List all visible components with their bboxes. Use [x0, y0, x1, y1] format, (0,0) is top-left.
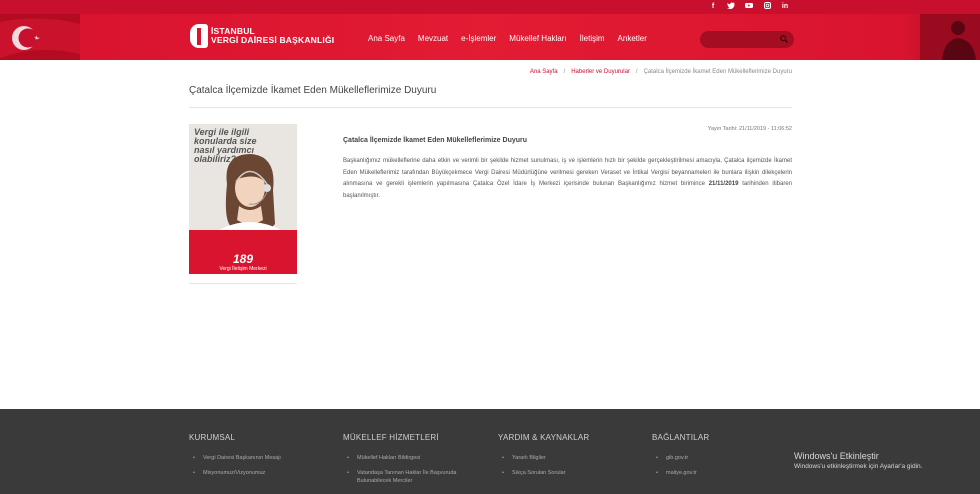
footer-column-yardim: YARDIM & KAYNAKLAR Yararlı Bilgiler Sıkç…: [498, 433, 628, 477]
footer-heading: BAĞLANTILAR: [652, 433, 710, 442]
linkedin-icon[interactable]: in: [780, 2, 790, 13]
footer-link[interactable]: maliye.gov.tr: [652, 469, 782, 477]
footer-heading: KURUMSAL: [189, 433, 236, 442]
sidebar-divider: [189, 283, 297, 284]
nav-ana-sayfa[interactable]: Ana Sayfa: [368, 34, 405, 43]
breadcrumb-current: Çatalca İlçemizde İkamet Eden Mükellefle…: [643, 69, 792, 75]
twitter-icon[interactable]: [726, 2, 736, 13]
nav-iletisim[interactable]: İletişim: [580, 34, 605, 43]
breadcrumb-home[interactable]: Ana Sayfa: [530, 69, 558, 75]
windows-activation-title: Windows'u Etkinleştir: [794, 451, 879, 461]
call-center-banner[interactable]: Vergi ile ilgili konularda size nasıl ya…: [189, 124, 297, 274]
publish-date: Yayın Tarihi: 21/11/2019 - 11:06:52: [707, 126, 792, 132]
breadcrumb-news[interactable]: Haberler ve Duyurular: [571, 69, 630, 75]
search-icon[interactable]: [780, 35, 788, 43]
title-divider: [189, 107, 792, 108]
search-input[interactable]: [700, 31, 794, 48]
windows-activation-overlay: Windows'u Etkinleştir Windows'u etkinleş…: [794, 451, 922, 470]
footer-link[interactable]: Yararlı Bilgiler: [498, 454, 628, 462]
logo-line-2: VERGİ DAİRESİ BAŞKANLIĞI: [211, 35, 335, 45]
facebook-icon[interactable]: f: [708, 2, 718, 13]
banner-question: Vergi ile ilgili konularda size nasıl ya…: [194, 127, 257, 164]
footer-heading: YARDIM & KAYNAKLAR: [498, 433, 590, 442]
instagram-icon[interactable]: [762, 2, 772, 13]
footer-heading: MÜKELLEF HİZMETLERİ: [343, 433, 439, 442]
banner-caption: Vergi İletişim Merkezi: [219, 266, 267, 272]
youtube-icon[interactable]: [744, 2, 754, 13]
banner-number: 189: [232, 252, 254, 266]
ataturk-silhouette-decoration: [920, 14, 980, 60]
logo-icon: [190, 24, 208, 48]
article-highlight-date: 21/11/2019: [708, 181, 739, 188]
footer-link[interactable]: Sıkça Sorulan Sorular: [498, 469, 628, 477]
nav-anketler[interactable]: Anketler: [618, 34, 647, 43]
top-bar: f in: [0, 0, 980, 14]
breadcrumb-separator: /: [563, 69, 566, 75]
nav-e-islemler[interactable]: e-İşlemler: [461, 34, 496, 43]
social-links: f in: [708, 2, 790, 13]
footer-link[interactable]: Vergi Dairesi Başkanının Mesajı: [189, 454, 319, 462]
page-title: Çatalca İlçemizde İkamet Eden Mükellefle…: [189, 85, 437, 96]
breadcrumb-separator: /: [635, 69, 638, 75]
footer-link[interactable]: Mükellef Hakları Bildirgesi: [343, 454, 473, 462]
main-nav: Ana Sayfa Mevzuat e-İşlemler Mükellef Ha…: [368, 34, 647, 43]
breadcrumb: Ana Sayfa / Haberler ve Duyurular / Çata…: [530, 69, 792, 75]
article-body: Başkanlığımız mükelleflerine daha etkin …: [343, 156, 792, 202]
windows-activation-subtitle: Windows'u etkinleştirmek için Ayarlar'a …: [794, 463, 923, 470]
turkish-flag-decoration: [0, 14, 80, 60]
footer-column-mukellef: MÜKELLEF HİZMETLERİ Mükellef Hakları Bil…: [343, 433, 473, 485]
footer-link[interactable]: Vatandaşa Tanınan Haklar İle Başvuruda B…: [343, 469, 463, 485]
site-logo[interactable]: İSTANBUL VERGİ DAİRESİ BAŞKANLIĞI: [190, 24, 334, 48]
footer-link[interactable]: Misyonumuz/Vizyonumuz: [189, 469, 319, 477]
article-title: Çatalca İlçemizde İkamet Eden Mükellefle…: [343, 137, 528, 144]
footer-column-kurumsal: KURUMSAL Vergi Dairesi Başkanının Mesajı…: [189, 433, 319, 477]
footer-column-baglantilar: BAĞLANTILAR gib.gov.tr maliye.gov.tr: [652, 433, 782, 477]
nav-mukellef-haklari[interactable]: Mükellef Hakları: [509, 34, 566, 43]
site-header: İSTANBUL VERGİ DAİRESİ BAŞKANLIĞI Ana Sa…: [0, 14, 980, 60]
footer-link[interactable]: gib.gov.tr: [652, 454, 782, 462]
nav-mevzuat[interactable]: Mevzuat: [418, 34, 448, 43]
